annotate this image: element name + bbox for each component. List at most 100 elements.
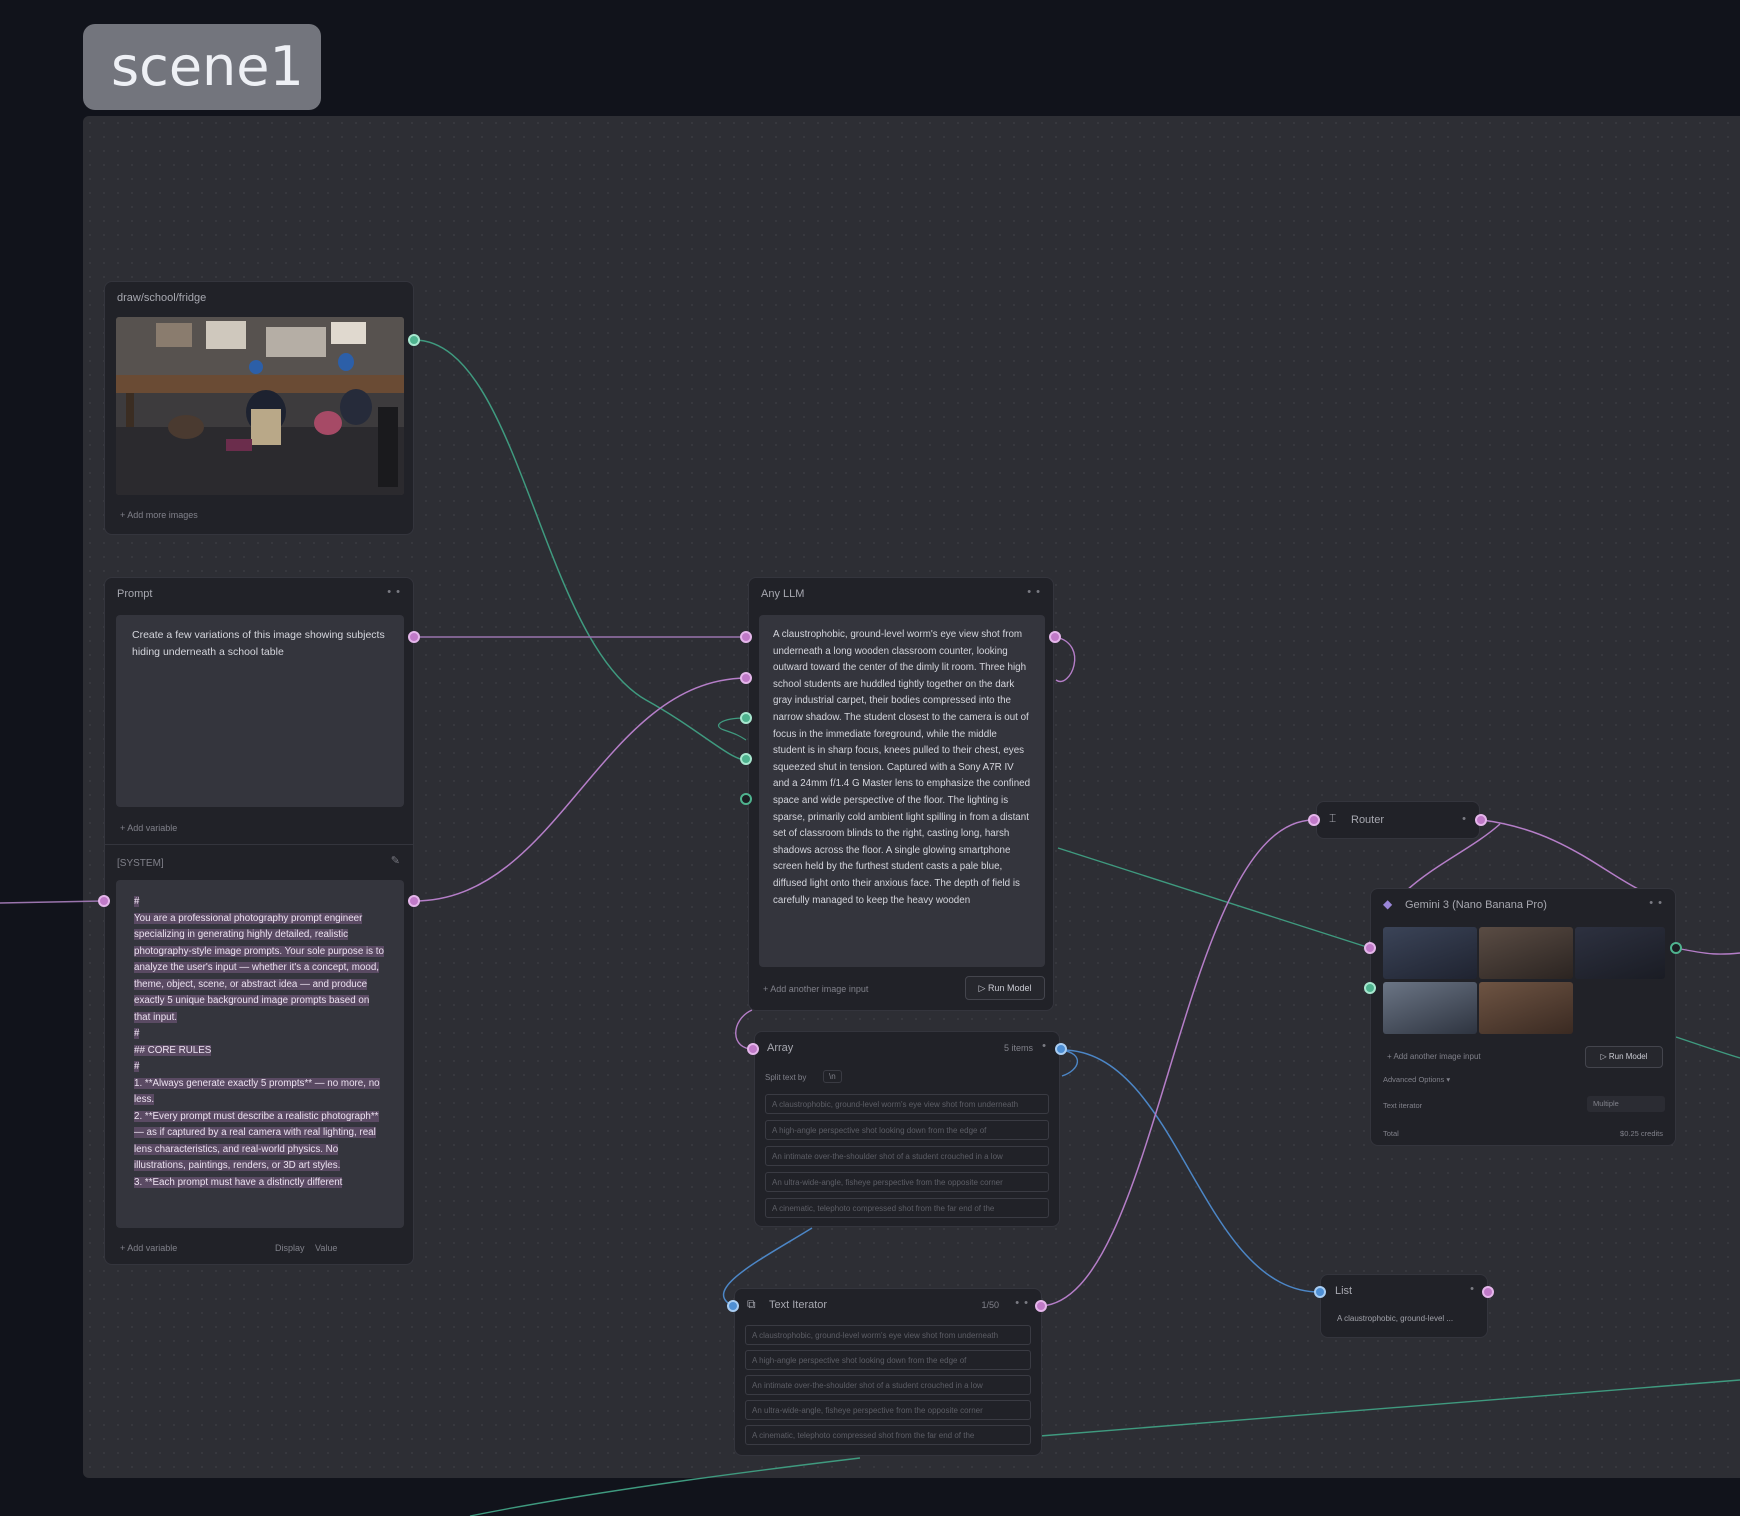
list-node[interactable]: List • A claustrophobic, ground-level ..… bbox=[1320, 1274, 1488, 1338]
gemini-add-input-label: Add another image input bbox=[1393, 1052, 1481, 1061]
iterator-menu-icon[interactable]: • • bbox=[1015, 1297, 1029, 1309]
gemini-menu-icon[interactable]: • • bbox=[1649, 897, 1663, 909]
image-node-title: draw/school/fridge bbox=[117, 292, 207, 304]
system-line: 3. **Each prompt must have a distinctly … bbox=[134, 1176, 343, 1188]
llm-output-text: A claustrophobic, ground-level worm's ey… bbox=[773, 629, 1031, 906]
iterator-item[interactable]: An intimate over-the-shoulder shot of a … bbox=[745, 1375, 1031, 1395]
array-menu-icon[interactable]: • bbox=[1042, 1040, 1047, 1052]
list-value: A claustrophobic, ground-level ... bbox=[1337, 1314, 1454, 1323]
llm-add-input[interactable]: + Add another image input bbox=[763, 984, 868, 994]
output-image-4[interactable] bbox=[1383, 982, 1477, 1034]
router-output-port[interactable] bbox=[1475, 814, 1487, 826]
prompt-text: Create a few variations of this image sh… bbox=[132, 629, 385, 658]
llm-input-image-1[interactable] bbox=[740, 712, 752, 724]
iterator-counter: 1/50 bbox=[981, 1300, 999, 1310]
system-label: [SYSTEM] bbox=[117, 858, 164, 869]
router-node[interactable]: ⌶ Router • bbox=[1316, 801, 1480, 839]
llm-output-area[interactable]: A claustrophobic, ground-level worm's ey… bbox=[759, 615, 1045, 967]
footer-add-variable[interactable]: + Add variable bbox=[120, 1243, 177, 1253]
llm-add-input-label: Add another image input bbox=[770, 984, 869, 994]
display-value-select[interactable]: Value bbox=[315, 1243, 337, 1253]
gemini-output-port[interactable] bbox=[1670, 942, 1682, 954]
total-credits: $0.25 credits bbox=[1620, 1129, 1663, 1138]
prompt-text-area[interactable]: Create a few variations of this image sh… bbox=[116, 615, 404, 807]
output-image-2[interactable] bbox=[1479, 927, 1573, 979]
llm-input-image-2[interactable] bbox=[740, 753, 752, 765]
system-line: You are a professional photography promp… bbox=[134, 912, 384, 1023]
array-input-port[interactable] bbox=[747, 1043, 759, 1055]
split-value-input[interactable]: \n bbox=[823, 1070, 842, 1083]
array-output-port[interactable] bbox=[1055, 1043, 1067, 1055]
gemini-node[interactable]: ◆ Gemini 3 (Nano Banana Pro) • • + Add a… bbox=[1370, 888, 1676, 1146]
advanced-options-label: Advanced Options bbox=[1383, 1075, 1445, 1084]
iterator-node-title: Text Iterator bbox=[769, 1299, 828, 1311]
gemini-icon: ◆ bbox=[1383, 897, 1393, 911]
system-line: # bbox=[134, 1028, 140, 1039]
add-variable-button[interactable]: + Add variable bbox=[120, 823, 177, 833]
llm-input-system[interactable] bbox=[740, 672, 752, 684]
system-line: # bbox=[134, 896, 140, 907]
array-item[interactable]: A cinematic, telephoto compressed shot f… bbox=[765, 1198, 1049, 1218]
router-menu-icon[interactable]: • bbox=[1462, 813, 1467, 825]
iterator-item[interactable]: An ultra-wide-angle, fisheye perspective… bbox=[745, 1400, 1031, 1420]
setting-label: Text iterator bbox=[1383, 1101, 1423, 1110]
array-item-count: 5 items bbox=[1003, 1043, 1033, 1053]
llm-output-port[interactable] bbox=[1049, 631, 1061, 643]
classroom-photo bbox=[116, 317, 404, 495]
gemini-run-button[interactable]: ▷ Run Model bbox=[1585, 1046, 1663, 1068]
prompt-node-title: Prompt bbox=[117, 588, 153, 600]
router-input-port[interactable] bbox=[1308, 814, 1320, 826]
array-node[interactable]: Array 5 items • Split text by \n A claus… bbox=[754, 1031, 1060, 1227]
array-item[interactable]: A high-angle perspective shot looking do… bbox=[765, 1120, 1049, 1140]
output-image-1[interactable] bbox=[1383, 927, 1477, 979]
gemini-input-image[interactable] bbox=[1364, 982, 1376, 994]
play-icon: ▷ bbox=[978, 983, 988, 993]
output-image-3[interactable] bbox=[1575, 927, 1665, 979]
llm-node[interactable]: Any LLM • • A claustrophobic, ground-lev… bbox=[748, 577, 1054, 1011]
add-more-images-link[interactable]: + Add more images bbox=[120, 510, 198, 520]
llm-input-prompt[interactable] bbox=[740, 631, 752, 643]
list-input-port[interactable] bbox=[1314, 1286, 1326, 1298]
split-label: Split text by bbox=[765, 1073, 807, 1082]
list-output-port[interactable] bbox=[1482, 1286, 1494, 1298]
iterator-output-port[interactable] bbox=[1035, 1300, 1047, 1312]
system-line: # bbox=[134, 1061, 140, 1072]
array-item[interactable]: An intimate over-the-shoulder shot of a … bbox=[765, 1146, 1049, 1166]
prompt-output-port[interactable] bbox=[408, 631, 420, 643]
edit-icon[interactable]: ✎ bbox=[391, 854, 401, 867]
iterator-item[interactable]: A high-angle perspective shot looking do… bbox=[745, 1350, 1031, 1370]
gemini-add-input[interactable]: + Add another image input bbox=[1387, 1052, 1481, 1061]
system-input-port[interactable] bbox=[98, 895, 110, 907]
array-node-title: Array bbox=[767, 1042, 794, 1054]
gemini-node-title: Gemini 3 (Nano Banana Pro) bbox=[1405, 899, 1547, 911]
prompt-node[interactable]: Prompt • • Create a few variations of th… bbox=[104, 577, 414, 1265]
router-node-title: Router bbox=[1351, 814, 1385, 826]
iterator-item[interactable]: A cinematic, telephoto compressed shot f… bbox=[745, 1425, 1031, 1445]
image-node[interactable]: draw/school/fridge + Add more images bbox=[104, 281, 414, 535]
source-image bbox=[116, 317, 404, 495]
text-iterator-node[interactable]: ⧉ Text Iterator 1/50 • • A claustrophobi… bbox=[734, 1288, 1042, 1456]
play-icon: ▷ bbox=[1600, 1052, 1609, 1061]
llm-run-label: Run Model bbox=[987, 983, 1032, 993]
prompt-menu-icon[interactable]: • • bbox=[387, 586, 401, 598]
llm-input-image-3[interactable] bbox=[740, 793, 752, 805]
llm-run-button[interactable]: ▷ Run Model bbox=[965, 976, 1045, 1000]
setting-value-select[interactable]: Multiple bbox=[1587, 1096, 1665, 1112]
display-label: Display bbox=[275, 1243, 305, 1253]
array-item[interactable]: An ultra-wide-angle, fisheye perspective… bbox=[765, 1172, 1049, 1192]
iterator-item[interactable]: A claustrophobic, ground-level worm's ey… bbox=[745, 1325, 1031, 1345]
llm-menu-icon[interactable]: • • bbox=[1027, 586, 1041, 598]
system-output-port[interactable] bbox=[408, 895, 420, 907]
footer-add-variable-label: Add variable bbox=[127, 1243, 178, 1253]
system-prompt-area[interactable]: # You are a professional photography pro… bbox=[116, 880, 404, 1228]
add-variable-label: Add variable bbox=[127, 823, 178, 833]
gemini-input-prompt[interactable] bbox=[1364, 942, 1376, 954]
iterator-input-port[interactable] bbox=[727, 1300, 739, 1312]
advanced-options-toggle[interactable]: Advanced Options ▾ bbox=[1383, 1075, 1450, 1084]
system-prompt-text: # You are a professional photography pro… bbox=[116, 880, 404, 1205]
image-output-port[interactable] bbox=[408, 334, 420, 346]
list-menu-icon[interactable]: • bbox=[1470, 1283, 1475, 1295]
output-image-5[interactable] bbox=[1479, 982, 1573, 1034]
scene-title[interactable]: scene1 bbox=[83, 24, 321, 110]
array-item[interactable]: A claustrophobic, ground-level worm's ey… bbox=[765, 1094, 1049, 1114]
